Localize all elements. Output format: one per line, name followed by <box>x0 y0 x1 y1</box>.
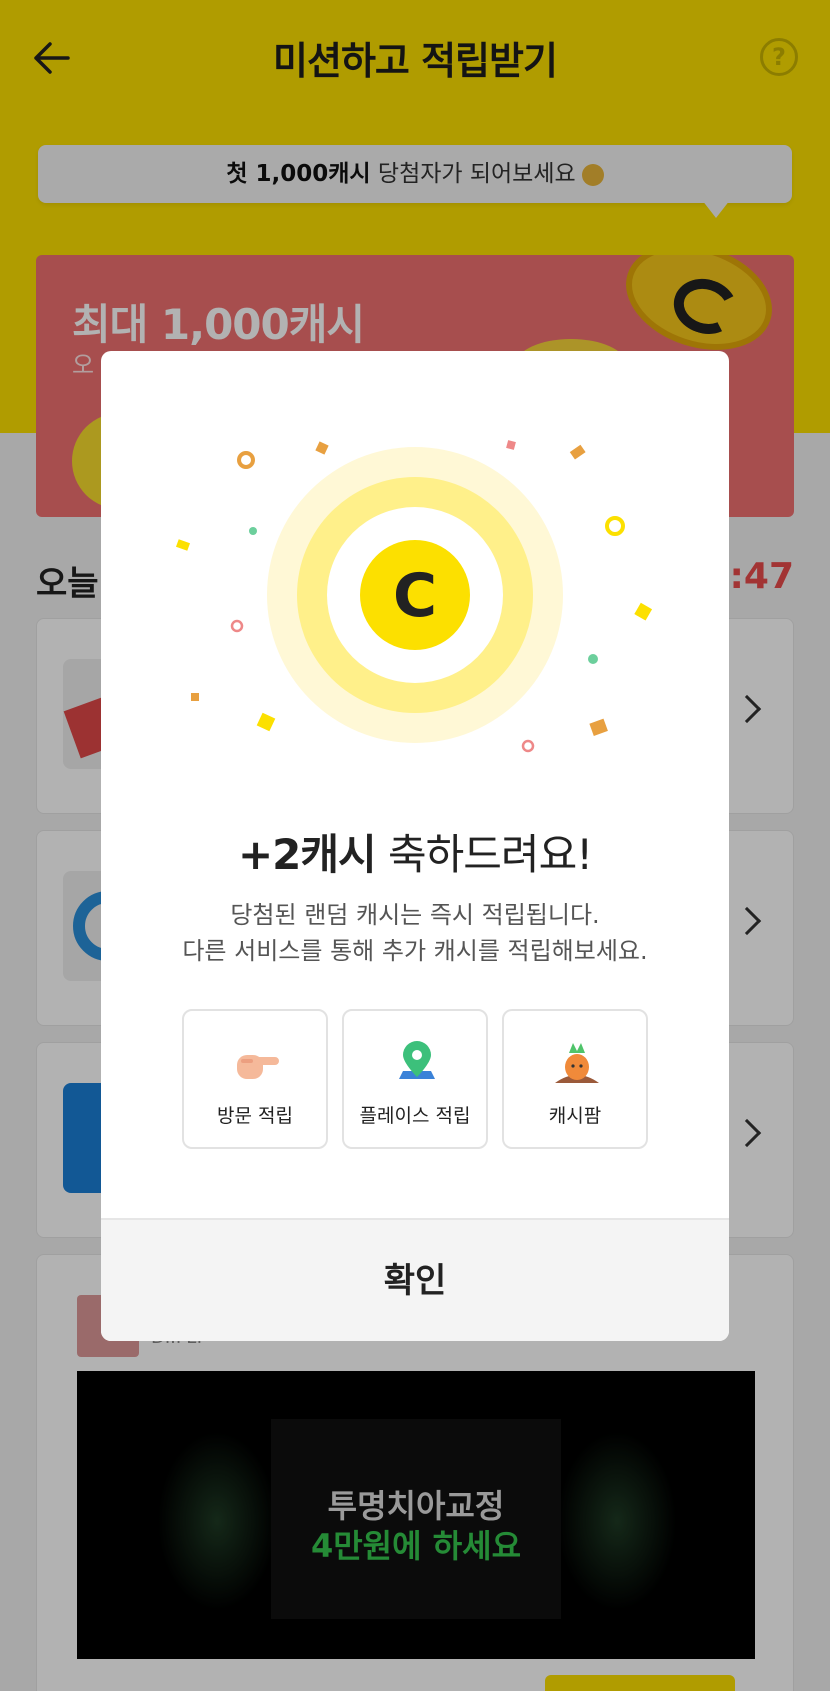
coin-c-icon: C <box>393 561 437 631</box>
option-cash-farm[interactable]: 캐시팜 <box>502 1009 648 1149</box>
carrot-icon <box>555 1043 599 1083</box>
option-visit-reward[interactable]: 방문 적립 <box>182 1009 328 1149</box>
option-label: 방문 적립 <box>217 1105 293 1127</box>
celebration-illustration: C <box>175 440 653 753</box>
map-pin-icon <box>399 1041 435 1079</box>
option-label: 플레이스 적립 <box>359 1105 471 1127</box>
description-line: 당첨된 랜덤 캐시는 즉시 적립됩니다. <box>230 901 600 929</box>
reward-modal: C +2캐시 축하드려요! 당첨된 랜덤 캐시는 즉시 적립됩니다. 다른 서비… <box>101 351 729 1341</box>
option-place-reward[interactable]: 플레이스 적립 <box>342 1009 488 1149</box>
modal-footer: 확인 <box>101 1218 729 1341</box>
option-label: 캐시팜 <box>548 1105 602 1127</box>
reward-title: +2캐시 축하드려요! <box>101 821 729 882</box>
description-line: 다른 서비스를 통해 추가 캐시를 적립해보세요. <box>182 937 648 965</box>
pointing-hand-icon <box>237 1055 279 1079</box>
reward-congrats: 축하드려요! <box>375 830 593 879</box>
reward-amount: +2캐시 <box>237 830 377 879</box>
confirm-button[interactable]: 확인 <box>101 1220 729 1341</box>
reward-description: 당첨된 랜덤 캐시는 즉시 적립됩니다. 다른 서비스를 통해 추가 캐시를 적… <box>101 897 729 969</box>
